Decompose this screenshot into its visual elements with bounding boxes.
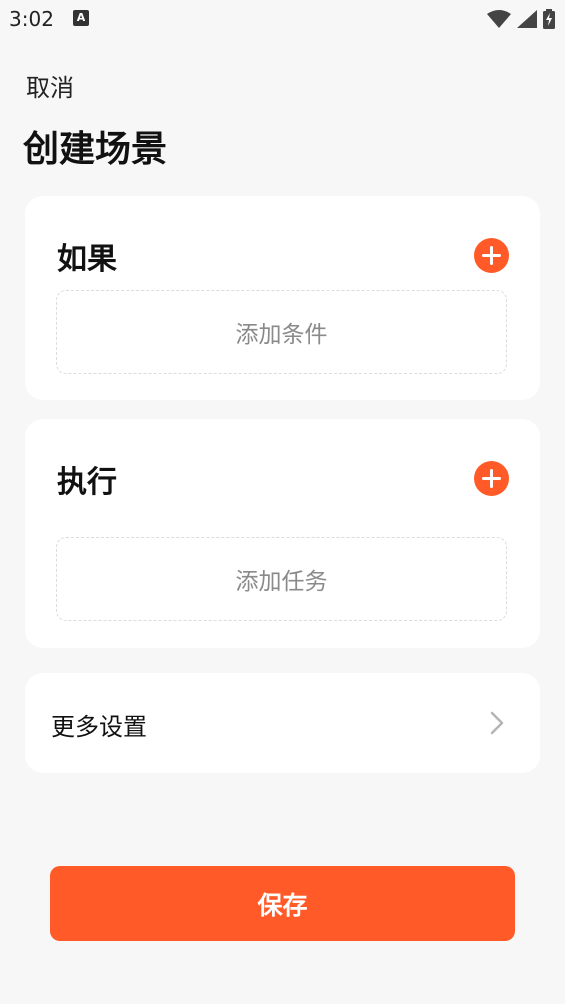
add-condition-box[interactable]: 添加条件 (56, 290, 507, 374)
status-bar: 3:02 A (0, 0, 565, 38)
notification-a-icon: A (73, 10, 89, 26)
chevron-right-icon (490, 711, 504, 735)
wifi-icon (487, 10, 511, 28)
status-time: 3:02 (9, 7, 54, 31)
create-scene-screen: 3:02 A 取消 创建场景 如果 添加条件 执行 添加任务 更多设置 保存 (0, 0, 565, 1004)
condition-heading: 如果 (57, 242, 117, 277)
battery-charging-icon (543, 9, 555, 29)
status-icons (487, 8, 555, 30)
cellular-signal-icon (517, 10, 537, 28)
add-task-box[interactable]: 添加任务 (56, 537, 507, 621)
cancel-button[interactable]: 取消 (26, 68, 74, 103)
add-condition-button[interactable] (474, 238, 509, 273)
more-settings-label: 更多设置 (51, 713, 147, 741)
condition-card: 如果 添加条件 (25, 196, 540, 400)
plus-icon (482, 469, 501, 488)
save-button[interactable]: 保存 (50, 866, 515, 941)
action-card: 执行 添加任务 (25, 419, 540, 648)
add-task-button[interactable] (474, 461, 509, 496)
page-title: 创建场景 (23, 129, 168, 170)
more-settings-row[interactable]: 更多设置 (25, 673, 540, 773)
plus-icon (482, 246, 501, 265)
action-heading: 执行 (57, 465, 117, 500)
